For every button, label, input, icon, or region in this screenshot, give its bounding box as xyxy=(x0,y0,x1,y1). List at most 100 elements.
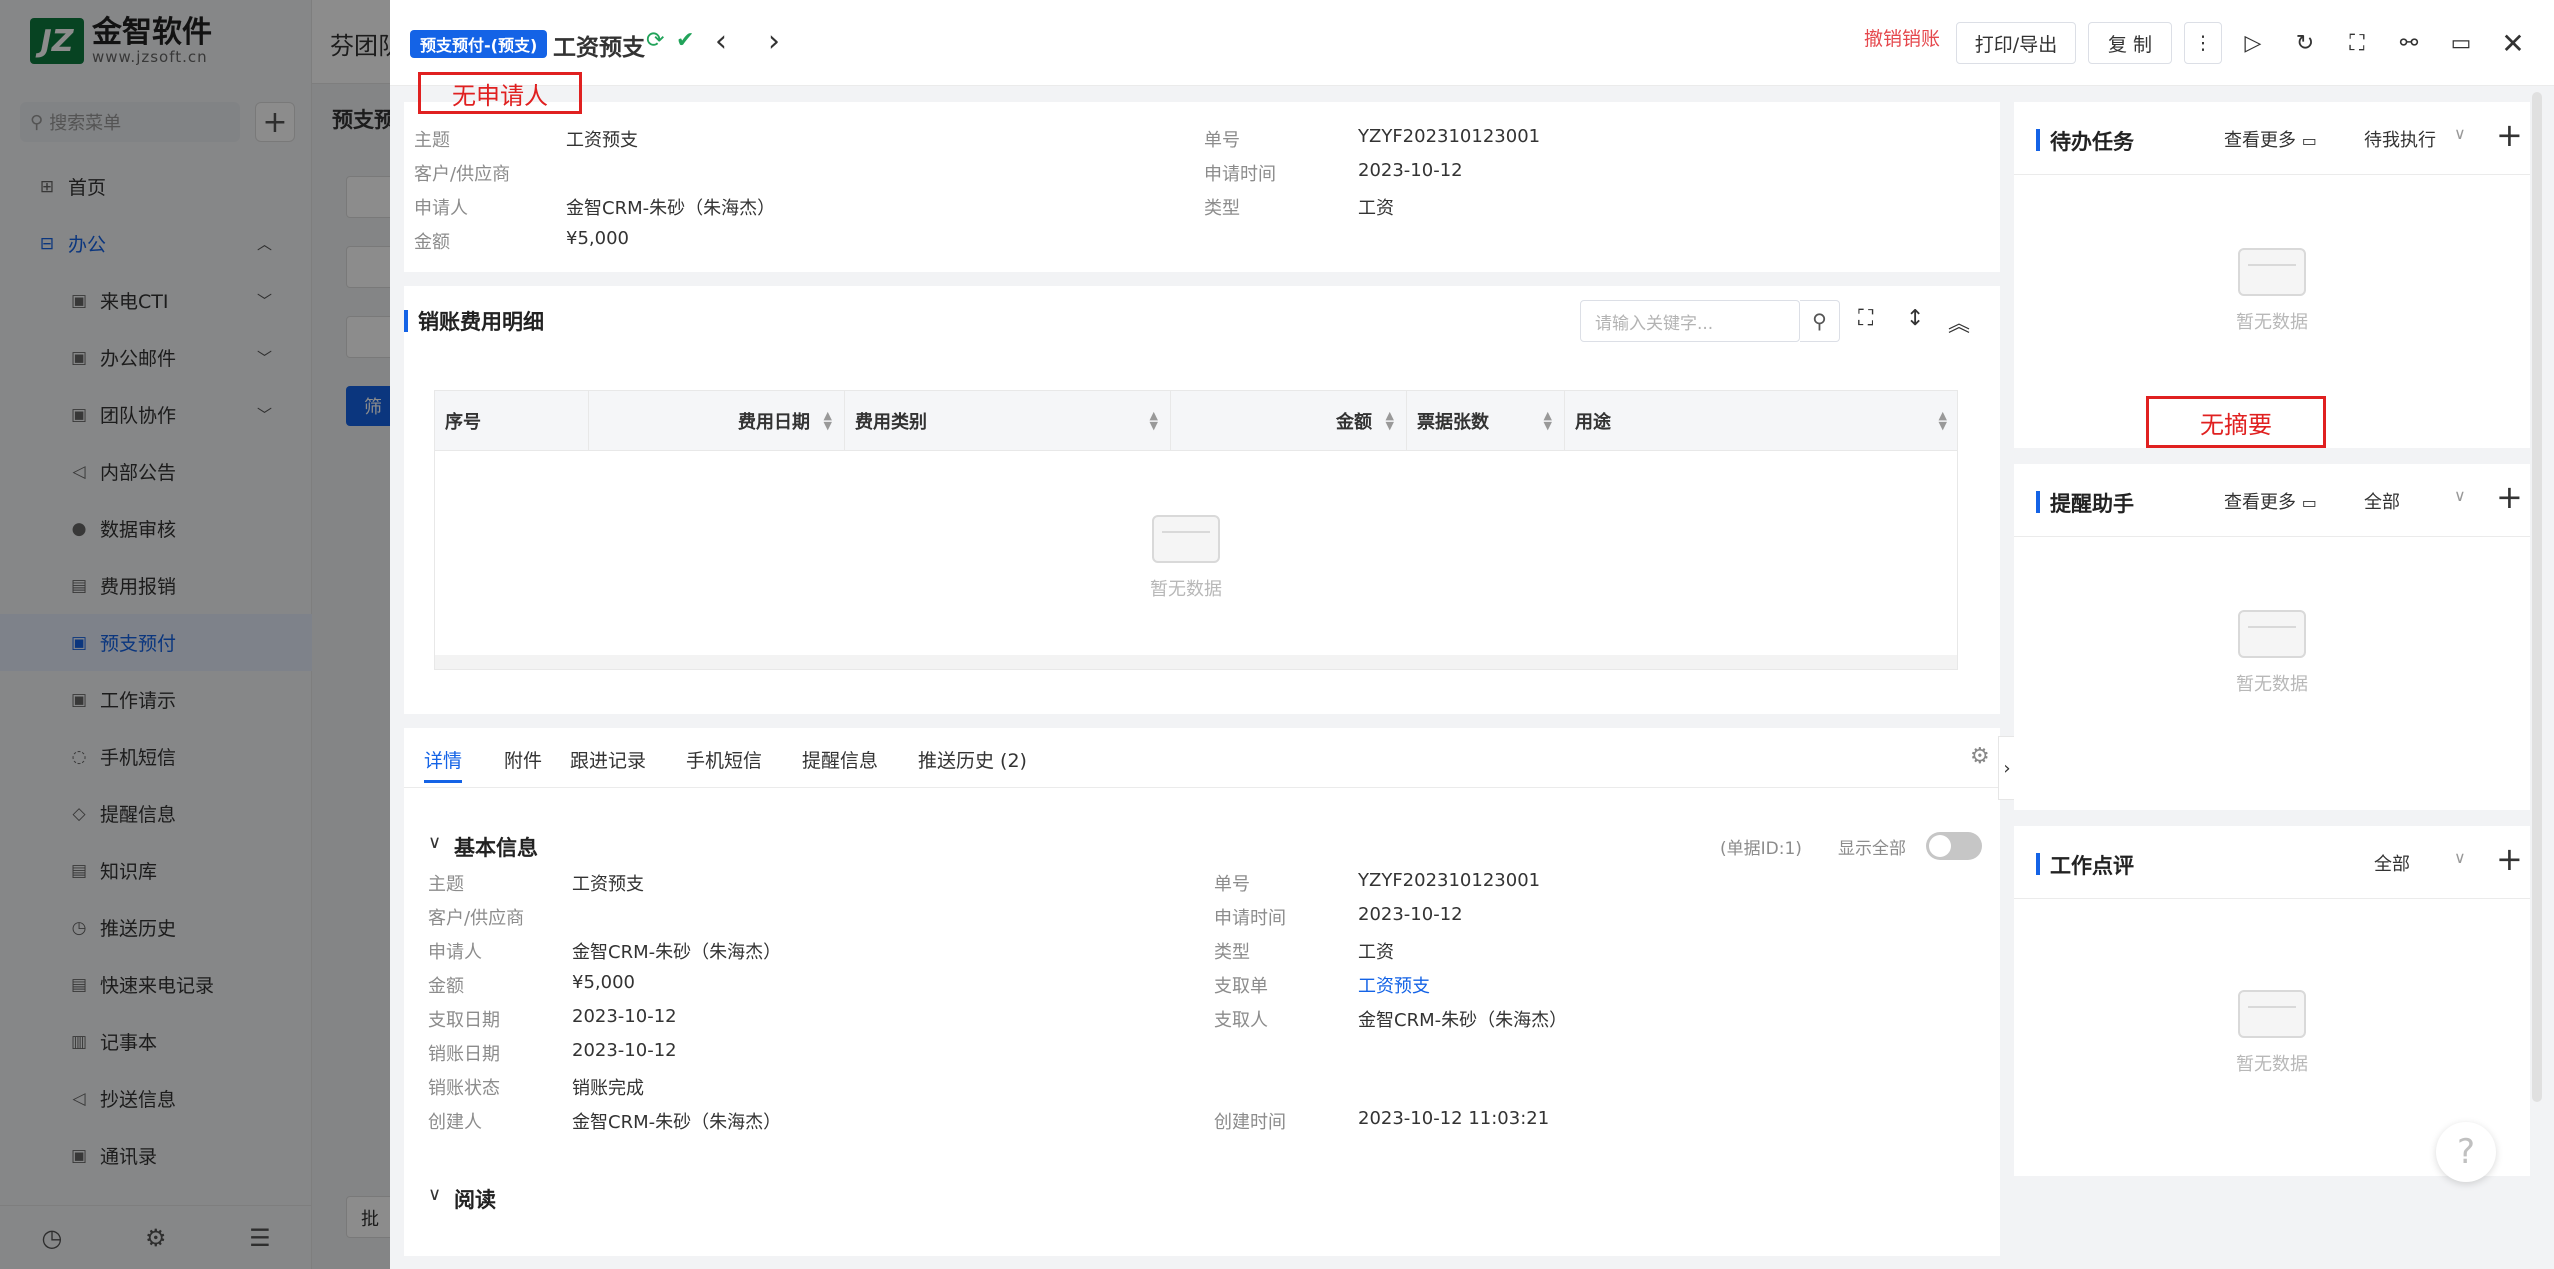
prev-record-icon[interactable]: ‹ xyxy=(715,24,727,59)
right-panel-scrollbar[interactable] xyxy=(2532,92,2542,1102)
panel-title: 提醒助手 xyxy=(2036,488,2134,518)
chevron-right-icon: › xyxy=(2003,757,2011,779)
module-tag: 预支预付-(预支) xyxy=(410,30,548,58)
empty-state: 暂无数据 xyxy=(2236,990,2308,1076)
section-title: 销账费用明细 xyxy=(404,306,544,336)
empty-box-icon xyxy=(2238,248,2306,296)
column-header-sortable[interactable]: 用途 ▲ ▼ xyxy=(1565,391,1959,451)
show-all-toggle[interactable] xyxy=(1926,832,1982,860)
table-horizontal-scrollbar[interactable] xyxy=(435,655,1957,669)
search-icon: ⚲ xyxy=(1812,309,1827,333)
basic-info-title[interactable]: 基本信息 xyxy=(454,832,538,862)
help-icon: ? xyxy=(2456,1132,2476,1172)
column-header-sortable[interactable]: 费用类别 ▲ ▼ xyxy=(845,391,1171,451)
summary-label: 主题 xyxy=(414,130,450,151)
dock-icon[interactable]: ▭ xyxy=(2444,26,2478,60)
column-header-label: 费用日期 xyxy=(738,412,810,433)
add-todo-button[interactable]: + xyxy=(2496,116,2523,154)
refresh-icon[interactable]: ↻ xyxy=(2288,26,2322,60)
tab-push-history[interactable]: 推送历史 (2) xyxy=(918,746,1027,773)
check-icon: ✔ xyxy=(676,28,695,53)
info-value: 金智CRM-朱砂（朱海杰） xyxy=(1358,1010,1568,1031)
read-section-title[interactable]: 阅读 xyxy=(454,1184,496,1214)
empty-text: 暂无数据 xyxy=(2236,674,2308,695)
panel-title: 待办任务 xyxy=(2036,126,2134,156)
next-record-icon[interactable]: › xyxy=(768,24,780,59)
tab-follow-up[interactable]: 跟进记录 xyxy=(570,746,646,773)
gear-icon[interactable]: ⚙ xyxy=(1970,744,1990,769)
info-label: 支取人 xyxy=(1214,1010,1268,1031)
info-label: 类型 xyxy=(1214,942,1250,963)
sort-icon: ▲ ▼ xyxy=(1385,409,1394,432)
chevron-down-icon[interactable]: ∨ xyxy=(428,1184,441,1205)
summary-label: 申请人 xyxy=(414,198,468,219)
fullscreen-icon[interactable]: ⛶ xyxy=(2340,26,2374,60)
summary-value: 工资 xyxy=(1358,198,1394,219)
search-button[interactable]: ⚲ xyxy=(1800,300,1840,342)
column-header-sortable[interactable]: 费用日期 ▲ ▼ xyxy=(589,391,845,451)
link-icon[interactable]: ⚯ xyxy=(2392,26,2426,60)
view-more-link[interactable]: 查看更多 ▭ xyxy=(2224,126,2317,152)
chevron-down-icon: ∨ xyxy=(2454,124,2466,143)
annotation-no-applicant: 无申请人 xyxy=(418,72,582,114)
info-label: 主题 xyxy=(428,874,464,895)
summary-value: 工资预支 xyxy=(566,130,638,151)
column-header-label: 金额 xyxy=(1336,412,1372,433)
summary-label: 类型 xyxy=(1204,198,1240,219)
doc-id: (单据ID:1) xyxy=(1720,839,1802,859)
drawer-header: 预支预付-(预支) 工资预支 ⟳ ✔ ‹ › 撤销销账 打印/导出 复 制 ⋮ … xyxy=(390,0,2554,86)
sort-icon: ▲ ▼ xyxy=(1938,409,1947,432)
collapse-up-icon[interactable]: ︽ xyxy=(1948,306,1970,338)
view-more-label: 查看更多 xyxy=(2224,492,2296,513)
info-label: 申请人 xyxy=(428,942,482,963)
copy-button[interactable]: 复 制 xyxy=(2088,22,2172,64)
print-export-button[interactable]: 打印/导出 xyxy=(1956,22,2076,64)
column-header-label: 票据张数 xyxy=(1417,412,1489,433)
info-value: 2023-10-12 11:03:21 xyxy=(1358,1108,1550,1129)
expand-icon[interactable]: ⛶ xyxy=(1858,306,1873,331)
play-icon[interactable]: ▷ xyxy=(2236,26,2270,60)
chevron-down-icon: ∨ xyxy=(2454,848,2466,867)
column-header-label: 用途 xyxy=(1575,412,1611,433)
sort-icon: ▲ ▼ xyxy=(1543,409,1552,432)
reminder-panel: 提醒助手 查看更多 ▭ 全部 ∨ + 暂无数据 xyxy=(2014,464,2530,810)
add-review-button[interactable]: + xyxy=(2496,840,2523,878)
tab-reminders[interactable]: 提醒信息 xyxy=(802,746,878,773)
divider xyxy=(2014,536,2530,537)
book-icon: ▭ xyxy=(2301,493,2317,512)
more-actions-button[interactable]: ⋮ xyxy=(2184,22,2222,64)
summary-value: ¥5,000 xyxy=(566,228,629,249)
empty-text: 暂无数据 xyxy=(2236,312,2308,333)
info-label: 销账状态 xyxy=(428,1078,500,1099)
tab-sms[interactable]: 手机短信 xyxy=(686,746,762,773)
review-filter-select[interactable]: 全部 xyxy=(2374,850,2410,876)
info-value: YZYF202310123001 xyxy=(1358,870,1541,891)
close-icon[interactable]: ✕ xyxy=(2496,26,2530,60)
info-value: 销账完成 xyxy=(572,1078,644,1099)
column-header[interactable]: 序号 xyxy=(435,391,589,451)
column-header-sortable[interactable]: 金额 ▲ ▼ xyxy=(1171,391,1407,451)
tab-attachments[interactable]: 附件 xyxy=(504,746,542,773)
chevron-down-icon[interactable]: ∨ xyxy=(428,832,441,853)
keyword-search-input[interactable]: 请输入关键字... xyxy=(1580,300,1800,342)
annotation-no-summary: 无摘要 xyxy=(2146,396,2326,448)
empty-state: 暂无数据 xyxy=(1150,515,1222,601)
tab-details[interactable]: 详情 xyxy=(424,746,463,783)
view-more-link[interactable]: 查看更多 ▭ xyxy=(2224,488,2317,514)
summary-label: 单号 xyxy=(1204,130,1240,151)
reminder-filter-select[interactable]: 全部 xyxy=(2364,488,2400,514)
withdrawal-doc-link[interactable]: 工资预支 xyxy=(1358,972,1430,998)
column-header-sortable[interactable]: 票据张数 ▲ ▼ xyxy=(1407,391,1565,451)
row-height-icon[interactable]: ↕ xyxy=(1906,306,1924,331)
expense-detail-table: 序号 费用日期 ▲ ▼ 费用类别 ▲ ▼ 金额 ▲ ▼ 票据张数 ▲ ▼ 用途 ▲ ▼ 暂无数据 xyxy=(434,390,1958,670)
record-title: 工资预支 xyxy=(553,35,645,61)
empty-box-icon xyxy=(2238,990,2306,1038)
cancel-writeoff-link[interactable]: 撤销销账 xyxy=(1864,24,1940,51)
info-label: 创建人 xyxy=(428,1112,482,1133)
empty-state: 暂无数据 xyxy=(2236,610,2308,696)
todo-filter-select[interactable]: 待我执行 xyxy=(2364,126,2436,152)
empty-box-icon xyxy=(1152,515,1220,563)
help-button[interactable]: ? xyxy=(2436,1122,2496,1182)
add-reminder-button[interactable]: + xyxy=(2496,478,2523,516)
info-value: 金智CRM-朱砂（朱海杰） xyxy=(572,1112,782,1133)
